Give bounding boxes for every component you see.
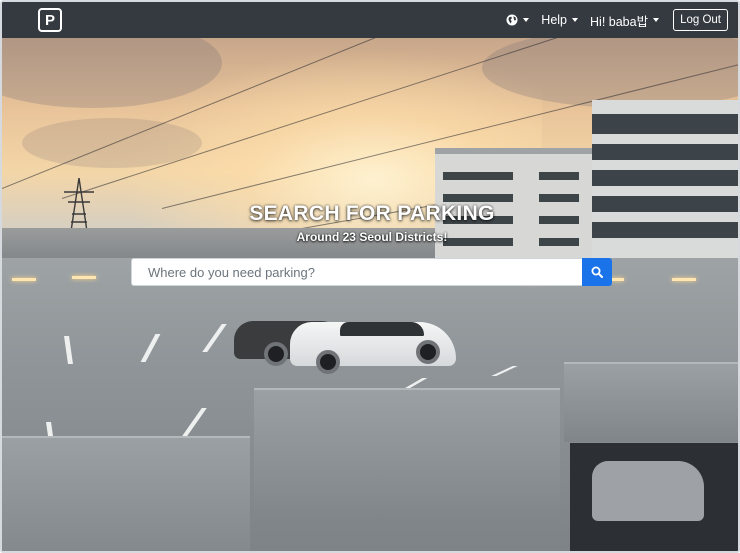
chevron-down-icon [572,18,579,22]
language-dropdown[interactable] [506,14,530,26]
white-car-windows [340,322,424,336]
concrete-barrier [2,436,250,551]
chevron-down-icon [653,18,660,22]
help-dropdown[interactable]: Help [541,13,579,27]
lower-car [592,461,704,521]
car-wheel [316,350,340,374]
user-dropdown[interactable]: Hi! baba밥 [590,11,660,30]
brand-letter: P [44,11,55,29]
globe-icon [506,14,518,26]
parking-search-bar [131,258,612,286]
help-label: Help [541,13,568,27]
concrete-barrier [254,388,560,523]
concrete-barrier [564,362,738,442]
nav-right-menu: Help Hi! baba밥 Log Out [506,9,728,31]
parking-search-input[interactable] [131,258,582,286]
car-wheel [416,340,440,364]
lower-level [570,443,738,551]
hero-headline: SEARCH FOR PARKING [249,202,495,225]
top-navbar: P Help Hi! baba밥 Log Out [2,2,738,38]
car-wheel [264,342,288,366]
hero-subline: Around 23 Seoul Districts! [296,230,448,244]
user-greeting: Hi! baba밥 [590,14,649,29]
building-dark [592,100,738,270]
brand-logo[interactable]: P [38,8,62,32]
hero-background [2,38,738,551]
logout-button[interactable]: Log Out [673,9,728,31]
search-icon [591,266,603,278]
chevron-down-icon [523,18,530,22]
search-button[interactable] [582,258,612,286]
browser-viewport: P Help Hi! baba밥 Log Out SEARCH FOR PARK… [0,0,740,553]
